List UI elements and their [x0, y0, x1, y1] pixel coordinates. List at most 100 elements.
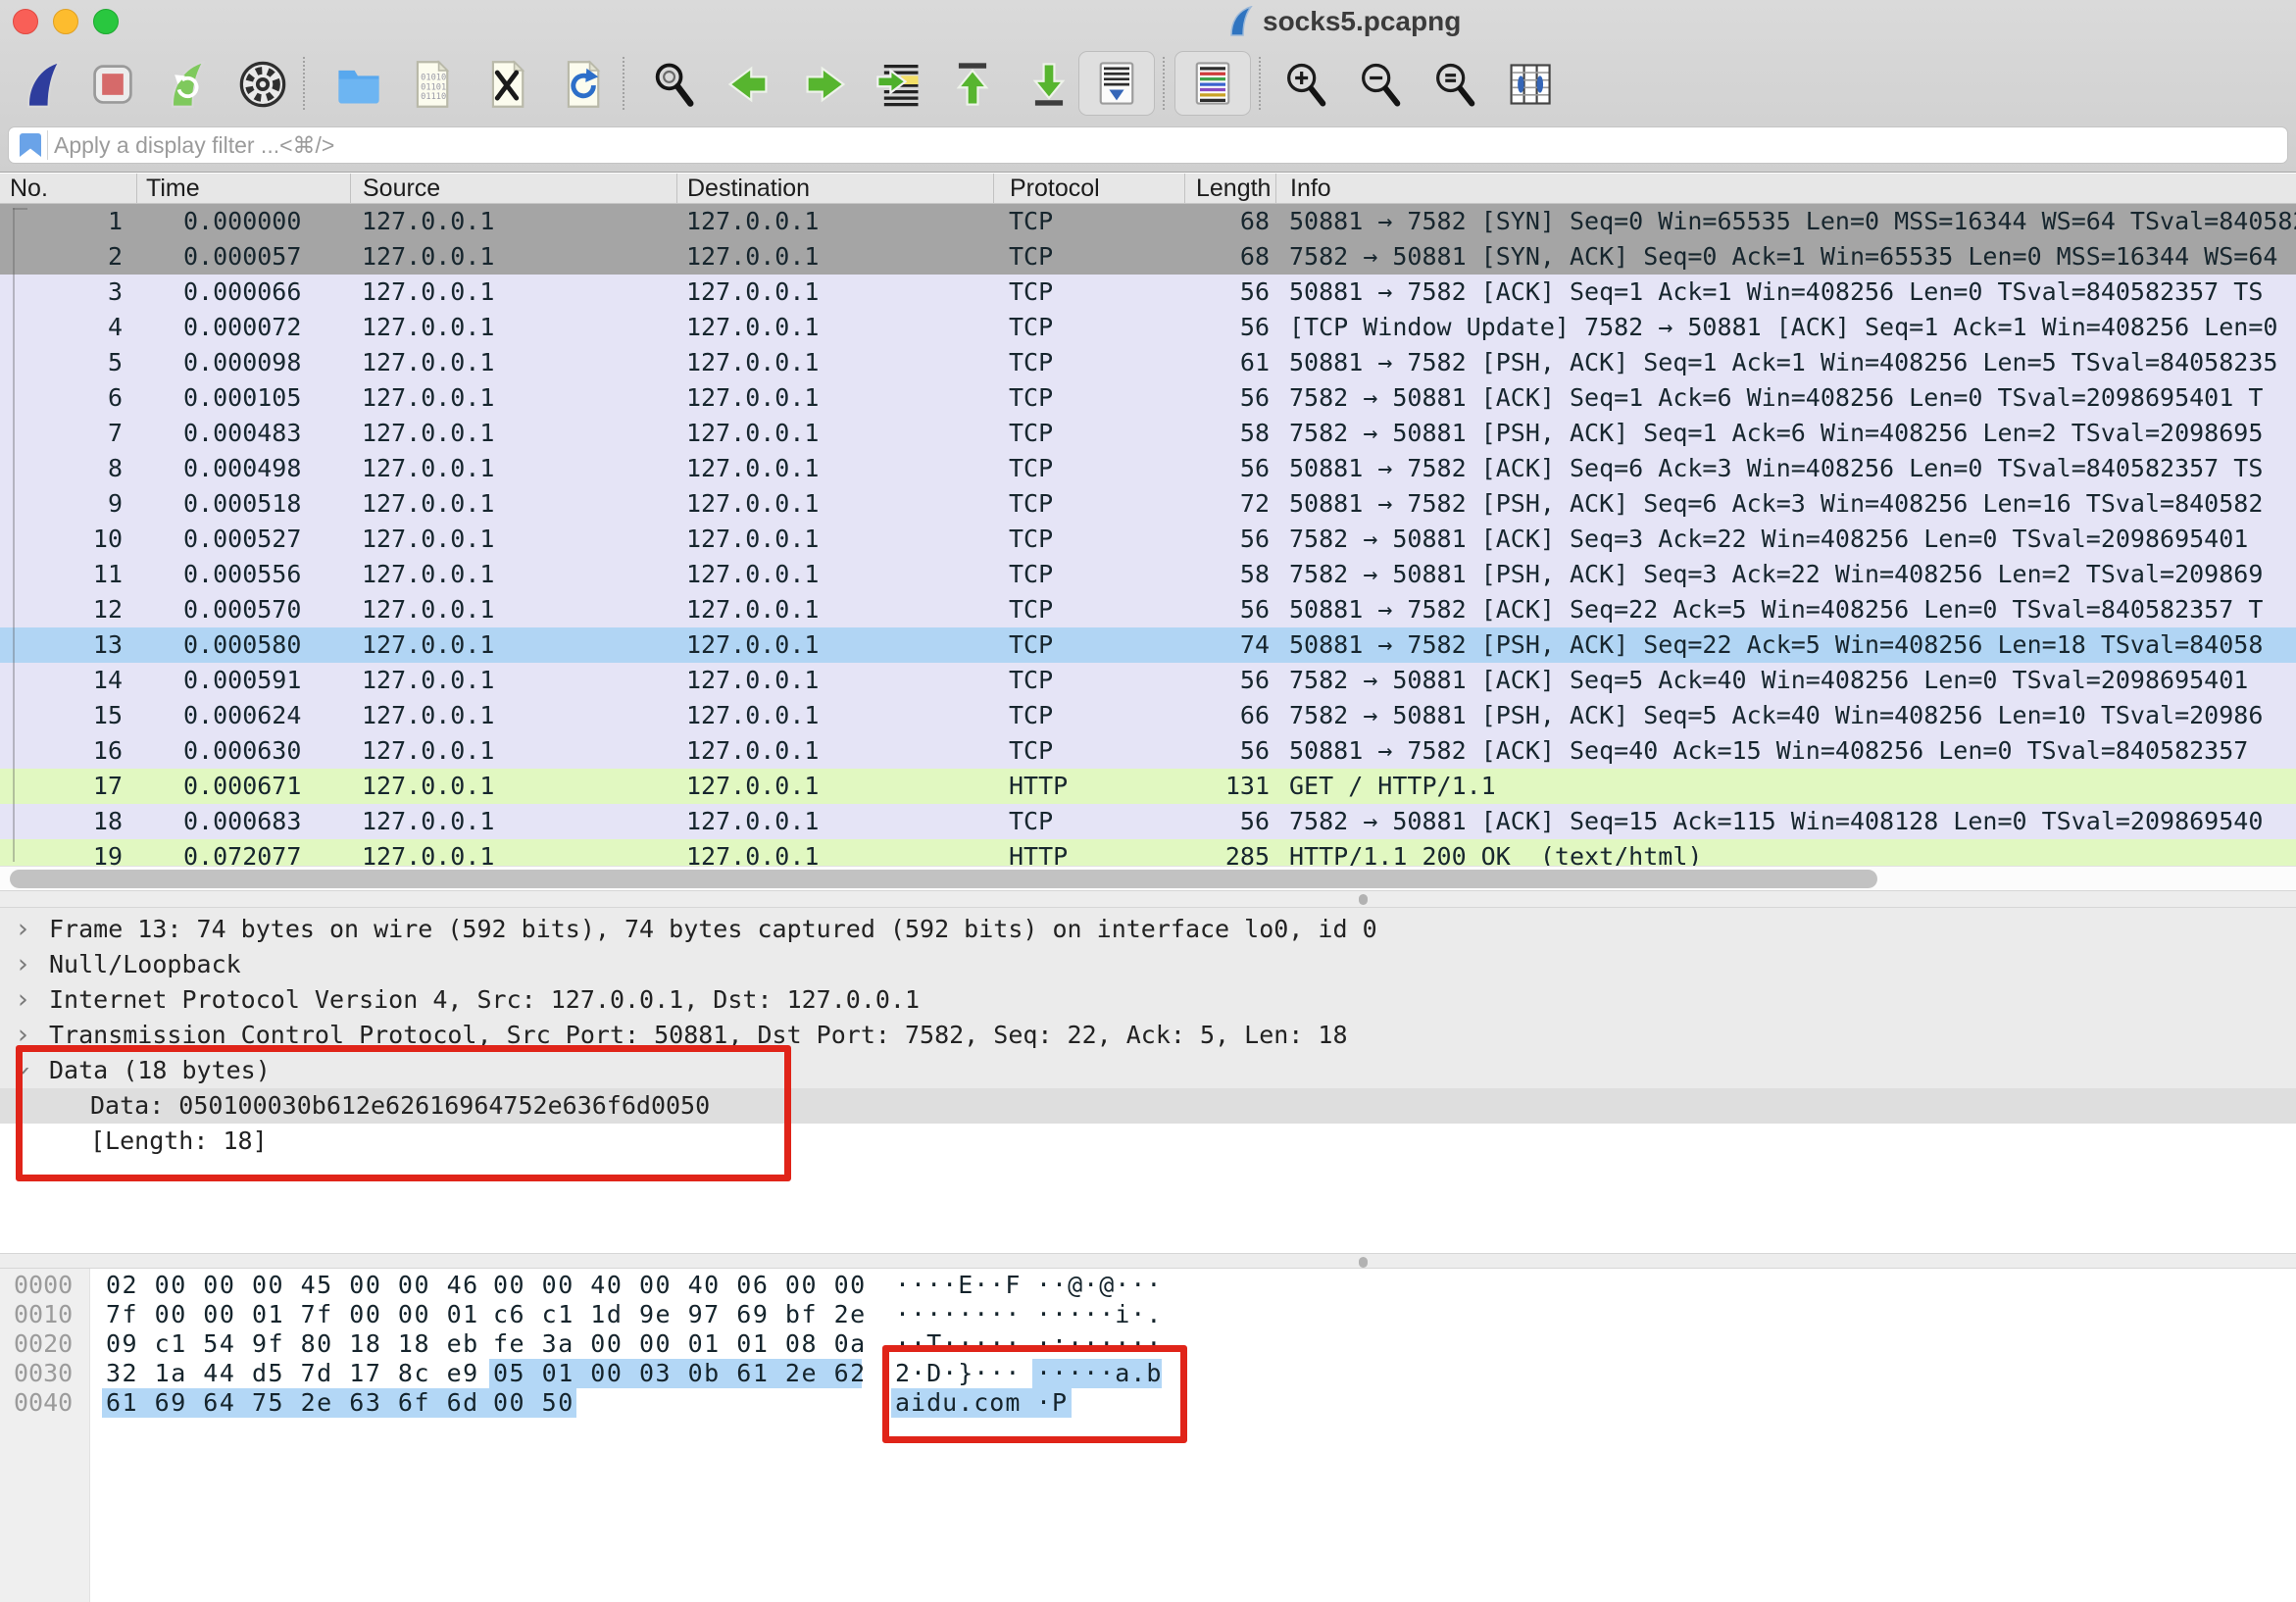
filter-divider: [47, 130, 48, 160]
restart-icon: [160, 59, 211, 110]
folder-icon: [333, 59, 384, 110]
packet-row[interactable]: 50.000098127.0.0.1127.0.0.1TCP6150881 → …: [0, 345, 2296, 380]
splitter-handle[interactable]: [1359, 894, 1368, 905]
go-back-button[interactable]: [721, 55, 775, 114]
svg-text:01101: 01101: [421, 82, 446, 92]
packet-row[interactable]: 120.000570127.0.0.1127.0.0.1TCP5650881 →…: [0, 592, 2296, 627]
close-file-button[interactable]: [479, 55, 534, 114]
chevron-expanded-icon[interactable]: ›: [5, 1066, 40, 1076]
column-header-info[interactable]: Info: [1275, 174, 2296, 203]
detail-row[interactable]: Data: 050100030b612e62616964752e636f6d00…: [0, 1088, 2296, 1124]
packet-row[interactable]: 180.000683127.0.0.1127.0.0.1TCP567582 → …: [0, 804, 2296, 839]
packet-row[interactable]: 160.000630127.0.0.1127.0.0.1TCP5650881 →…: [0, 733, 2296, 769]
column-header-protocol[interactable]: Protocol: [993, 174, 1184, 203]
start-capture-button[interactable]: [14, 55, 69, 114]
chevron-collapsed-icon[interactable]: ›: [18, 912, 28, 947]
maximize-window-button[interactable]: [93, 9, 119, 34]
packet-row[interactable]: 100.000527127.0.0.1127.0.0.1TCP567582 → …: [0, 522, 2296, 557]
hex-bytes: c6 c1 1d 9e 97 69 bf 2e: [493, 1300, 867, 1329]
detail-row[interactable]: ›Frame 13: 74 bytes on wire (592 bits), …: [0, 912, 2296, 947]
packet-row[interactable]: 130.000580127.0.0.1127.0.0.1TCP7450881 →…: [0, 627, 2296, 663]
hex-row[interactable]: 002009 c1 54 9f 80 18 18 ebfe 3a 00 00 0…: [0, 1329, 2296, 1359]
ascii-bytes: aidu.com: [895, 1388, 1021, 1418]
go-to-last-packet-button[interactable]: [1022, 55, 1076, 114]
packet-row[interactable]: 80.000498127.0.0.1127.0.0.1TCP5650881 → …: [0, 451, 2296, 486]
hex-bytes: 00 00 40 00 40 06 00 00: [493, 1271, 867, 1300]
column-header-no[interactable]: No.: [0, 174, 136, 203]
zoom-reset-icon: [1429, 59, 1480, 110]
ascii-bytes: ··T·····: [895, 1329, 1021, 1359]
hex-row[interactable]: 003032 1a 44 d5 7d 17 8c e905 01 00 03 0…: [0, 1359, 2296, 1388]
detail-row[interactable]: ›Internet Protocol Version 4, Src: 127.0…: [0, 982, 2296, 1018]
hex-bytes: 7f 00 00 01 7f 00 00 01: [106, 1300, 479, 1329]
packet-details-pane: ›Frame 13: 74 bytes on wire (592 bits), …: [0, 908, 2296, 1253]
packet-row[interactable]: 140.000591127.0.0.1127.0.0.1TCP567582 → …: [0, 663, 2296, 698]
go-forward-button[interactable]: [798, 55, 853, 114]
packet-row[interactable]: 60.000105127.0.0.1127.0.0.1TCP567582 → 5…: [0, 380, 2296, 416]
wireshark-fin-icon: [16, 59, 67, 110]
hex-row[interactable]: 000002 00 00 00 45 00 00 4600 00 40 00 4…: [0, 1271, 2296, 1300]
packet-row[interactable]: 70.000483127.0.0.1127.0.0.1TCP587582 → 5…: [0, 416, 2296, 451]
display-filter-input[interactable]: [8, 126, 2288, 164]
hex-bytes: fe 3a 00 00 01 01 08 0a: [493, 1329, 867, 1359]
column-header-destination[interactable]: Destination: [676, 174, 993, 203]
hex-row[interactable]: 00107f 00 00 01 7f 00 00 01c6 c1 1d 9e 9…: [0, 1300, 2296, 1329]
horizontal-scrollbar-handle[interactable]: [10, 870, 1877, 888]
conversation-bracket: [13, 208, 27, 210]
column-header-length[interactable]: Length: [1184, 174, 1275, 203]
svg-text:01110: 01110: [421, 92, 446, 102]
detail-row[interactable]: ›Data (18 bytes): [0, 1053, 2296, 1088]
hex-bytes: 00 50: [493, 1388, 574, 1418]
packet-row[interactable]: 110.000556127.0.0.1127.0.0.1TCP587582 → …: [0, 557, 2296, 592]
go-to-first-packet-button[interactable]: [945, 55, 1000, 114]
detail-row[interactable]: ›Null/Loopback: [0, 947, 2296, 982]
packet-row[interactable]: 190.072077127.0.0.1127.0.0.1HTTP285HTTP/…: [0, 839, 2296, 866]
packet-row[interactable]: 40.000072127.0.0.1127.0.0.1TCP56[TCP Win…: [0, 310, 2296, 345]
wireshark-logo-icon: [1225, 6, 1255, 37]
hex-dump-pane: 000002 00 00 00 45 00 00 4600 00 40 00 4…: [0, 1269, 2296, 1602]
stop-capture-button[interactable]: [85, 55, 140, 114]
close-file-icon: [481, 59, 532, 110]
zoom-in-button[interactable]: [1278, 55, 1333, 114]
go-to-packet-button[interactable]: [872, 55, 926, 114]
packet-row[interactable]: 170.000671127.0.0.1127.0.0.1HTTP131GET /…: [0, 769, 2296, 804]
horizontal-scrollbar: [0, 866, 2296, 890]
svg-text:01010: 01010: [421, 74, 446, 83]
ascii-bytes: ····E··F: [895, 1271, 1021, 1300]
pane-splitter[interactable]: [0, 890, 2296, 908]
open-file-button[interactable]: [331, 55, 386, 114]
detail-row[interactable]: [Length: 18]: [0, 1124, 2296, 1159]
chevron-collapsed-icon[interactable]: ›: [18, 982, 28, 1018]
detail-row[interactable]: ›Transmission Control Protocol, Src Port…: [0, 1018, 2296, 1053]
ascii-bytes: ·:······: [1036, 1329, 1162, 1359]
zoom-reset-button[interactable]: [1427, 55, 1482, 114]
find-packet-button[interactable]: [647, 55, 702, 114]
resize-columns-button[interactable]: [1502, 55, 1557, 114]
packet-row[interactable]: 90.000518127.0.0.1127.0.0.1TCP7250881 → …: [0, 486, 2296, 522]
hex-row[interactable]: 004061 69 64 75 2e 63 6f 6d00 50aidu.com…: [0, 1388, 2296, 1418]
filter-bookmark-icon[interactable]: [18, 131, 43, 159]
column-header-time[interactable]: Time: [136, 174, 350, 203]
packet-row[interactable]: 30.000066127.0.0.1127.0.0.1TCP5650881 → …: [0, 275, 2296, 310]
packet-row[interactable]: 10.000000127.0.0.1127.0.0.1TCP6850881 → …: [0, 204, 2296, 239]
column-header-source[interactable]: Source: [350, 174, 676, 203]
pane-splitter[interactable]: [0, 1253, 2296, 1269]
hex-bytes: 61 69 64 75 2e 63 6f 6d: [106, 1388, 479, 1418]
chevron-collapsed-icon[interactable]: ›: [18, 1018, 28, 1053]
capture-options-button[interactable]: [235, 55, 290, 114]
zoom-out-button[interactable]: [1353, 55, 1408, 114]
splitter-handle[interactable]: [1359, 1257, 1368, 1268]
chevron-collapsed-icon[interactable]: ›: [18, 947, 28, 982]
colorize-packets-button[interactable]: [1174, 51, 1251, 116]
ascii-bytes: ·····a.b: [1036, 1359, 1162, 1388]
close-window-button[interactable]: [13, 9, 38, 34]
auto-scroll-button[interactable]: [1078, 51, 1155, 116]
restart-capture-button[interactable]: [158, 55, 213, 114]
packet-row[interactable]: 20.000057127.0.0.1127.0.0.1TCP687582 → 5…: [0, 239, 2296, 275]
minimize-window-button[interactable]: [53, 9, 78, 34]
go-to-packet-icon: [873, 59, 924, 110]
hex-offset: 0030: [14, 1359, 73, 1388]
packet-row[interactable]: 150.000624127.0.0.1127.0.0.1TCP667582 → …: [0, 698, 2296, 733]
reload-file-button[interactable]: [555, 55, 610, 114]
save-file-button[interactable]: 01010 01101 01110: [404, 55, 459, 114]
